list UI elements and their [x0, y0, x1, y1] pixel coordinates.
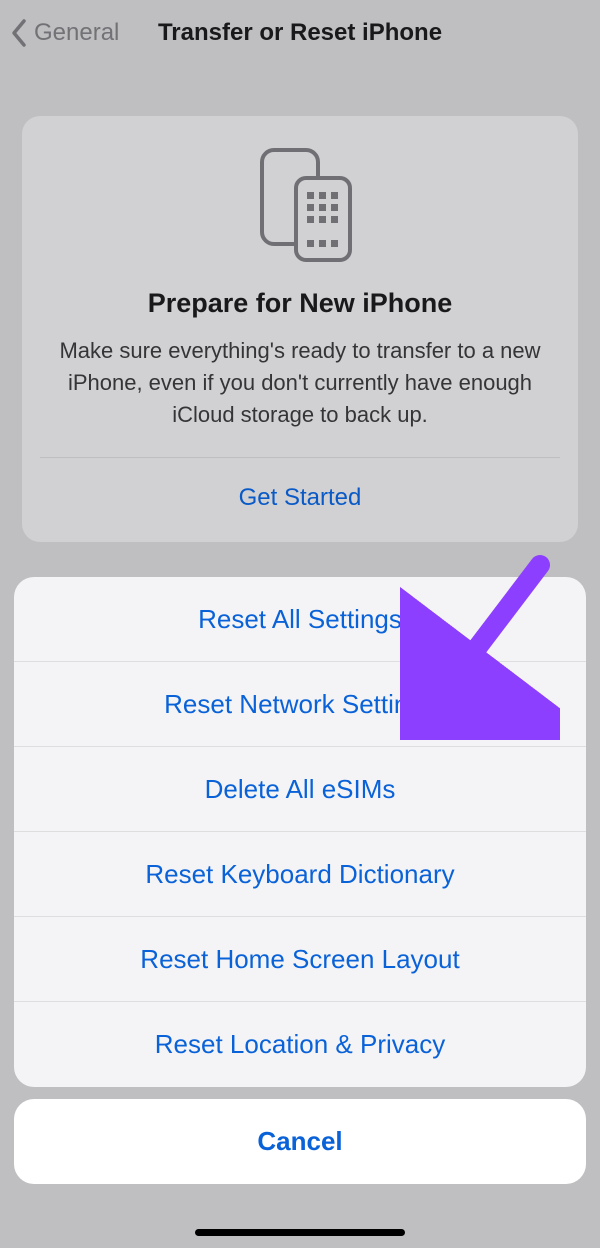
back-label: General — [34, 19, 119, 47]
cancel-button[interactable]: Cancel — [14, 1099, 586, 1184]
delete-all-esims-option[interactable]: Delete All eSIMs — [14, 747, 586, 832]
get-started-button[interactable]: Get Started — [22, 458, 578, 542]
back-button[interactable]: General — [10, 18, 119, 48]
card-body: Make sure everything's ready to transfer… — [22, 335, 578, 457]
prepare-card: Prepare for New iPhone Make sure everyth… — [22, 116, 578, 542]
reset-keyboard-dictionary-option[interactable]: Reset Keyboard Dictionary — [14, 832, 586, 917]
devices-icon — [240, 144, 360, 264]
reset-all-settings-option[interactable]: Reset All Settings — [14, 577, 586, 662]
nav-bar: General Transfer or Reset iPhone — [0, 0, 600, 66]
reset-network-settings-option[interactable]: Reset Network Settings — [14, 662, 586, 747]
reset-location-privacy-option[interactable]: Reset Location & Privacy — [14, 1002, 586, 1087]
home-indicator[interactable] — [195, 1229, 405, 1236]
action-sheet: Reset All Settings Reset Network Setting… — [14, 577, 586, 1184]
action-sheet-options: Reset All Settings Reset Network Setting… — [14, 577, 586, 1087]
reset-home-screen-layout-option[interactable]: Reset Home Screen Layout — [14, 917, 586, 1002]
card-heading: Prepare for New iPhone — [22, 288, 578, 319]
chevron-left-icon — [10, 18, 28, 48]
